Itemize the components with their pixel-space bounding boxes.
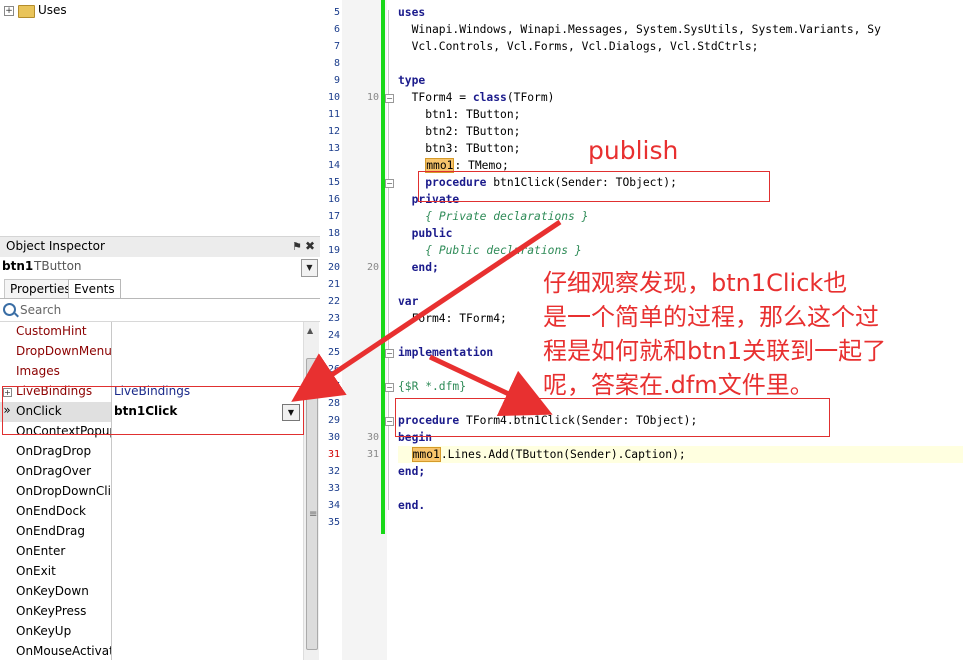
arrow-to-event-grid bbox=[291, 219, 562, 402]
arrow-to-implementation bbox=[428, 354, 553, 416]
annotation-arrows bbox=[291, 219, 562, 416]
